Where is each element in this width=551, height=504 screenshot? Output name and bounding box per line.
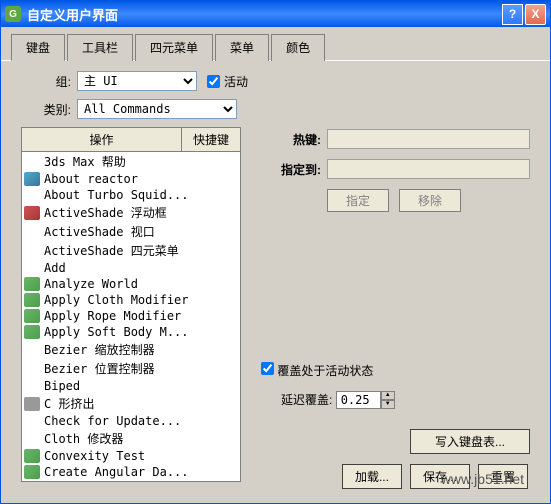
assigned-label: 指定到: <box>261 161 321 178</box>
item-icon <box>24 379 40 393</box>
item-icon <box>24 414 40 428</box>
category-select[interactable]: All Commands <box>77 99 237 119</box>
list-item[interactable]: Convexity Test <box>22 448 240 464</box>
item-label: Biped <box>44 379 80 393</box>
list-item[interactable]: 3ds Max 帮助 <box>22 152 240 171</box>
write-keyboard-button[interactable]: 写入键盘表... <box>410 429 530 454</box>
close-button[interactable]: X <box>525 4 546 25</box>
tab-menu[interactable]: 菜单 <box>215 34 269 61</box>
list-item[interactable]: About Turbo Squid... <box>22 187 240 203</box>
item-label: Bezier 缩放控制器 <box>44 341 155 358</box>
list-item[interactable]: Create Animation <box>22 480 240 482</box>
item-icon <box>24 225 40 239</box>
item-label: About reactor <box>44 172 138 186</box>
item-label: Add <box>44 261 66 275</box>
spinner-up[interactable]: ▲ <box>381 391 395 400</box>
item-icon <box>24 261 40 275</box>
list-item[interactable]: Cloth 修改器 <box>22 429 240 448</box>
spinner-down[interactable]: ▼ <box>381 400 395 409</box>
save-button[interactable]: 保存... <box>410 464 470 489</box>
help-button[interactable]: ? <box>502 4 523 25</box>
item-icon <box>24 465 40 479</box>
item-icon <box>24 397 40 411</box>
tab-keyboard[interactable]: 键盘 <box>11 34 65 61</box>
group-select[interactable]: 主 UI <box>77 71 197 91</box>
item-icon <box>24 309 40 323</box>
item-label: ActiveShade 浮动框 <box>44 204 167 221</box>
list-item[interactable]: C 形挤出 <box>22 394 240 413</box>
load-button[interactable]: 加载... <box>342 464 402 489</box>
tab-color[interactable]: 颜色 <box>271 34 325 61</box>
list-item[interactable]: Create Angular Da... <box>22 464 240 480</box>
assigned-field <box>327 159 530 179</box>
item-label: Analyze World <box>44 277 138 291</box>
item-icon <box>24 481 40 482</box>
item-icon <box>24 343 40 357</box>
item-label: Create Animation <box>44 481 160 482</box>
app-icon: G <box>5 6 21 22</box>
item-icon <box>24 188 40 202</box>
item-icon <box>24 293 40 307</box>
list-item[interactable]: Add <box>22 260 240 276</box>
list-item[interactable]: About reactor <box>22 171 240 187</box>
list-item[interactable]: Bezier 位置控制器 <box>22 359 240 378</box>
list-item[interactable]: Bezier 缩放控制器 <box>22 340 240 359</box>
list-item[interactable]: Apply Rope Modifier <box>22 308 240 324</box>
group-label: 组: <box>21 73 71 90</box>
item-label: Check for Update... <box>44 414 181 428</box>
list-item[interactable]: Apply Soft Body M... <box>22 324 240 340</box>
item-icon <box>24 155 40 169</box>
tab-toolbar[interactable]: 工具栏 <box>67 34 133 61</box>
list-item[interactable]: ActiveShade 四元菜单 <box>22 241 240 260</box>
active-checkbox[interactable] <box>207 75 220 88</box>
item-icon <box>24 325 40 339</box>
item-label: Convexity Test <box>44 449 145 463</box>
action-list[interactable]: 3ds Max 帮助 About reactor About Turbo Squid… <box>21 152 241 482</box>
item-icon <box>24 277 40 291</box>
remove-button[interactable]: 移除 <box>399 189 461 212</box>
delay-label: 延迟覆盖: <box>281 393 332 407</box>
active-label: 活动 <box>224 73 248 90</box>
item-label: ActiveShade 视口 <box>44 223 155 240</box>
reset-button[interactable]: 重置 <box>478 464 528 489</box>
item-label: About Turbo Squid... <box>44 188 189 202</box>
item-label: Create Angular Da... <box>44 465 189 479</box>
list-item[interactable]: Biped <box>22 378 240 394</box>
item-label: Apply Soft Body M... <box>44 325 189 339</box>
item-icon <box>24 172 40 186</box>
item-icon <box>24 206 40 220</box>
window-title: 自定义用户界面 <box>27 5 502 24</box>
item-label: ActiveShade 四元菜单 <box>44 242 179 259</box>
item-icon <box>24 244 40 258</box>
item-icon <box>24 362 40 376</box>
hotkey-field[interactable] <box>327 129 530 149</box>
item-label: C 形挤出 <box>44 395 94 412</box>
override-label: 覆盖处于活动状态 <box>277 364 373 378</box>
list-item[interactable]: ActiveShade 浮动框 <box>22 203 240 222</box>
tab-bar: 键盘 工具栏 四元菜单 菜单 颜色 <box>1 27 550 61</box>
item-label: 3ds Max 帮助 <box>44 153 126 170</box>
item-label: Bezier 位置控制器 <box>44 360 155 377</box>
list-item[interactable]: Check for Update... <box>22 413 240 429</box>
list-item[interactable]: Analyze World <box>22 276 240 292</box>
assign-button[interactable]: 指定 <box>327 189 389 212</box>
item-label: Apply Cloth Modifier <box>44 293 189 307</box>
tab-quadmenu[interactable]: 四元菜单 <box>135 34 213 61</box>
list-header: 操作 快捷键 <box>21 127 241 152</box>
item-label: Cloth 修改器 <box>44 430 123 447</box>
header-action[interactable]: 操作 <box>22 128 182 151</box>
category-label: 类别: <box>21 101 71 118</box>
item-icon <box>24 449 40 463</box>
list-item[interactable]: ActiveShade 视口 <box>22 222 240 241</box>
item-icon <box>24 432 40 446</box>
hotkey-label: 热键: <box>261 131 321 148</box>
header-shortcut[interactable]: 快捷键 <box>182 128 240 151</box>
delay-input[interactable] <box>336 391 381 409</box>
override-checkbox[interactable] <box>261 362 274 375</box>
list-item[interactable]: Apply Cloth Modifier <box>22 292 240 308</box>
item-label: Apply Rope Modifier <box>44 309 181 323</box>
